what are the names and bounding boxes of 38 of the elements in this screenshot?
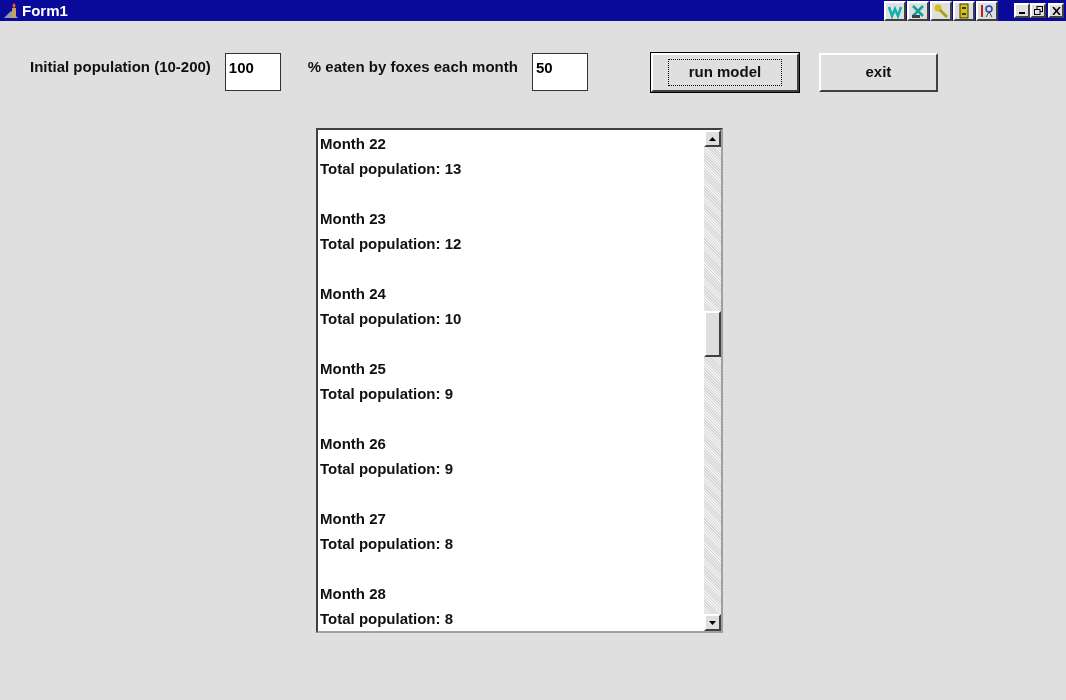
field-label: Initial population (10-200) bbox=[30, 57, 211, 77]
restore-icon bbox=[1033, 6, 1043, 15]
population-line: Total population: 10 bbox=[320, 309, 462, 329]
down-arrow-icon bbox=[709, 620, 716, 625]
month-line: Month 23 bbox=[320, 209, 386, 229]
restore-button[interactable] bbox=[1030, 3, 1046, 18]
command-button[interactable]: run model bbox=[650, 53, 799, 92]
close-button[interactable] bbox=[1048, 3, 1064, 18]
scrollbar[interactable] bbox=[704, 130, 721, 631]
close-icon bbox=[1051, 6, 1061, 15]
field-label: % eaten by foxes each month bbox=[307, 57, 518, 77]
cabinet-icon[interactable] bbox=[953, 0, 975, 21]
month-line: Month 22 bbox=[320, 134, 386, 154]
population-line: Total population: 12 bbox=[320, 234, 462, 254]
month-line: Month 25 bbox=[320, 359, 386, 379]
scroll-up-button[interactable] bbox=[704, 130, 721, 147]
w-letter-icon[interactable] bbox=[884, 0, 906, 21]
population-line: Total population: 13 bbox=[320, 159, 462, 179]
key-icon[interactable] bbox=[930, 0, 952, 21]
output-list[interactable] bbox=[316, 128, 723, 633]
population-line: Total population: 8 bbox=[320, 534, 454, 554]
population-line: Total population: 9 bbox=[320, 384, 454, 404]
population-line: Total population: 9 bbox=[320, 459, 454, 479]
input-field[interactable]: 100 bbox=[224, 53, 281, 91]
window-title: Form1 bbox=[22, 3, 68, 18]
scroll-thumb[interactable] bbox=[704, 311, 721, 357]
month-line: Month 24 bbox=[320, 284, 386, 304]
command-button[interactable]: exit bbox=[818, 53, 938, 92]
app-icon bbox=[2, 1, 20, 20]
scroll-down-button[interactable] bbox=[704, 614, 721, 631]
month-line: Month 27 bbox=[320, 509, 386, 529]
minimize-icon bbox=[1019, 12, 1025, 14]
population-line: Total population: 8 bbox=[320, 609, 454, 629]
up-arrow-icon bbox=[709, 136, 716, 141]
minimize-button[interactable] bbox=[1014, 3, 1030, 18]
month-line: Month 28 bbox=[320, 584, 386, 604]
input-field[interactable]: 50 bbox=[531, 53, 588, 91]
month-line: Month 26 bbox=[320, 434, 386, 454]
